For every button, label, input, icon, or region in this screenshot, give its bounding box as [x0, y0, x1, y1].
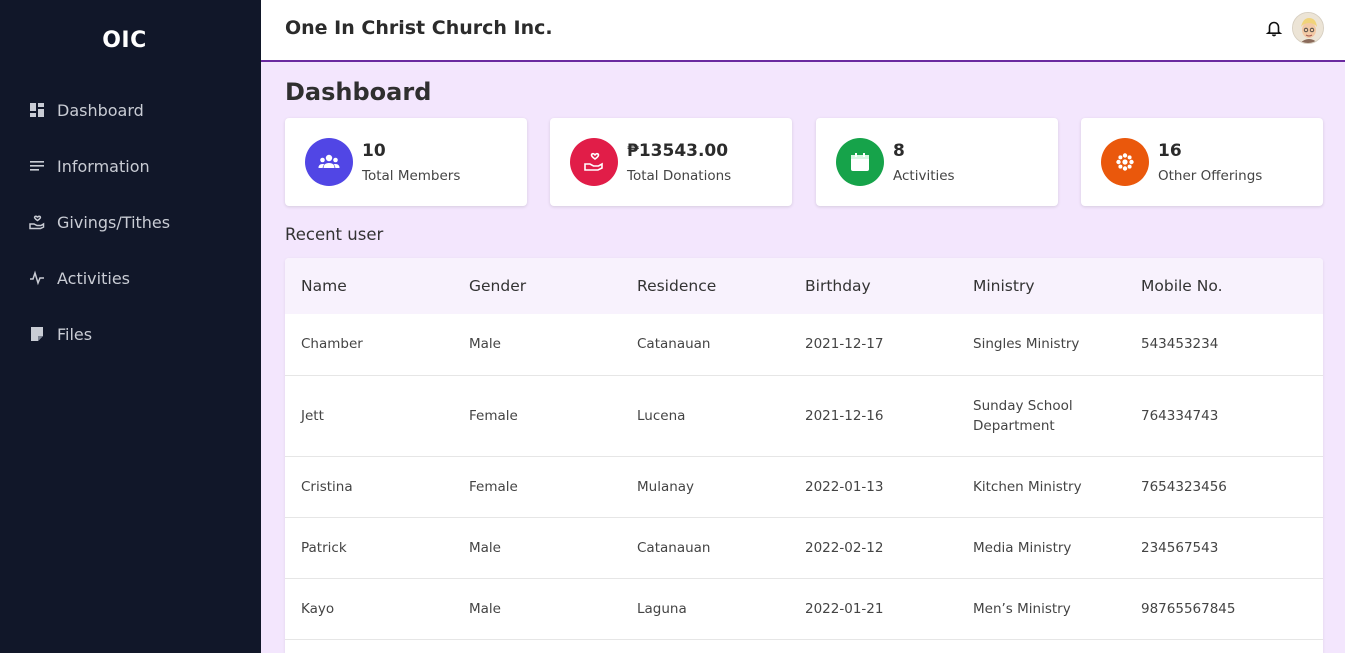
cell-mobile: 543453234 [1125, 314, 1323, 376]
cell-name: Jett [285, 375, 453, 457]
cell-mobile: 98765567845 [1125, 578, 1323, 640]
table-row[interactable]: Patrick Male Catanauan 2022-02-12 Media … [285, 517, 1323, 579]
cell-name: Kayo [285, 578, 453, 640]
cell-ministry: Men’s Ministry [957, 578, 1125, 640]
cell-residence: Catanauan [621, 517, 789, 579]
cell-residence: Laguna [621, 578, 789, 640]
cell-name: Chamber [285, 314, 453, 376]
top-bar: One In Christ Church Inc. [261, 0, 1345, 62]
card-label: Other Offerings [1158, 168, 1263, 184]
recent-users-table: Name Gender Residence Birthday Ministry … [285, 258, 1323, 653]
pulse-icon [29, 270, 45, 286]
total-members-card[interactable]: 10 Total Members [285, 118, 527, 206]
card-label: Total Donations [627, 168, 732, 184]
cell-ministry: Sunday School Department [957, 375, 1125, 457]
cell-gender: Male [453, 578, 621, 640]
sidebar-nav: Dashboard Information Givings/Tithes Act… [29, 82, 170, 362]
card-label: Activities [893, 168, 955, 184]
other-offerings-card[interactable]: 16 Other Offerings [1081, 118, 1323, 206]
cell-gender: Male [453, 314, 621, 376]
table-row[interactable]: Kayo Male Laguna 2022-01-21 Men’s Minist… [285, 578, 1323, 640]
cell-gender: Male [453, 517, 621, 579]
sidebar-item-label: Files [57, 324, 93, 344]
calendar-icon [836, 138, 884, 186]
cell-birthday: 2022-02-12 [789, 517, 957, 579]
cell-gender: Female [453, 456, 621, 518]
sidebar-item-label: Activities [57, 268, 130, 288]
cell-residence: Catanauan [621, 314, 789, 376]
table-row[interactable]: Cristina Female Mulanay 2022-01-13 Kitch… [285, 456, 1323, 518]
cell-name: Cristina [285, 456, 453, 518]
sidebar: OIC Dashboard Information Givings/Tithes… [0, 0, 261, 653]
column-header-mobile: Mobile No. [1141, 277, 1223, 295]
brand-logo[interactable]: OIC [0, 28, 249, 53]
giving-hand-icon [29, 214, 45, 230]
cell-name: Patrick [285, 517, 453, 579]
activities-card[interactable]: 8 Activities [816, 118, 1058, 206]
recent-user-title: Recent user [285, 225, 384, 244]
cell-ministry: Media Ministry [957, 517, 1125, 579]
cell-ministry: Singles Ministry [957, 314, 1125, 376]
table-row[interactable]: Jett Female Lucena 2021-12-16 Sunday Sch… [285, 375, 1323, 457]
sidebar-item-label: Information [57, 156, 150, 176]
user-avatar[interactable] [1292, 12, 1324, 44]
cell-birthday: 2022-01-13 [789, 456, 957, 518]
organization-title: One In Christ Church Inc. [285, 17, 553, 39]
cell-birthday: 2021-12-16 [789, 375, 957, 457]
card-value: 10 [362, 141, 386, 161]
sidebar-item-dashboard[interactable]: Dashboard [29, 82, 170, 138]
column-header-gender: Gender [469, 277, 527, 295]
cell-residence: Lucena [621, 375, 789, 457]
column-header-name: Name [301, 277, 347, 295]
cell-mobile: 764334743 [1125, 375, 1323, 457]
cell-gender: Female [453, 375, 621, 457]
sidebar-item-label: Dashboard [57, 100, 144, 120]
sidebar-item-activities[interactable]: Activities [29, 250, 170, 306]
dashboard-icon [29, 102, 45, 118]
cell-mobile: 7654323456 [1125, 456, 1323, 518]
sidebar-item-givings-tithes[interactable]: Givings/Tithes [29, 194, 170, 250]
card-value: 8 [893, 141, 905, 161]
column-header-residence: Residence [637, 277, 717, 295]
cell-residence: Mulanay [621, 456, 789, 518]
card-value: ₱13543.00 [627, 141, 729, 161]
donation-icon [570, 138, 618, 186]
sidebar-item-files[interactable]: Files [29, 306, 170, 362]
table-row[interactable]: Chamber Male Catanauan 2021-12-17 Single… [285, 314, 1323, 376]
notification-bell-icon[interactable] [1265, 19, 1283, 37]
cell-birthday: 2021-12-17 [789, 314, 957, 376]
offering-icon [1101, 138, 1149, 186]
column-header-birthday: Birthday [805, 277, 871, 295]
total-donations-card[interactable]: ₱13543.00 Total Donations [550, 118, 792, 206]
cell-mobile: 234567543 [1125, 517, 1323, 579]
card-label: Total Members [362, 168, 461, 184]
table-header-row: Name Gender Residence Birthday Ministry … [285, 258, 1323, 314]
column-header-ministry: Ministry [973, 277, 1035, 295]
file-icon [29, 326, 45, 342]
sidebar-item-label: Givings/Tithes [57, 212, 171, 232]
cell-ministry: Kitchen Ministry [957, 456, 1125, 518]
notes-icon [29, 158, 45, 174]
cell-birthday: 2022-01-21 [789, 578, 957, 640]
page-title: Dashboard [285, 78, 432, 106]
card-value: 16 [1158, 141, 1182, 161]
members-icon [305, 138, 353, 186]
sidebar-item-information[interactable]: Information [29, 138, 170, 194]
